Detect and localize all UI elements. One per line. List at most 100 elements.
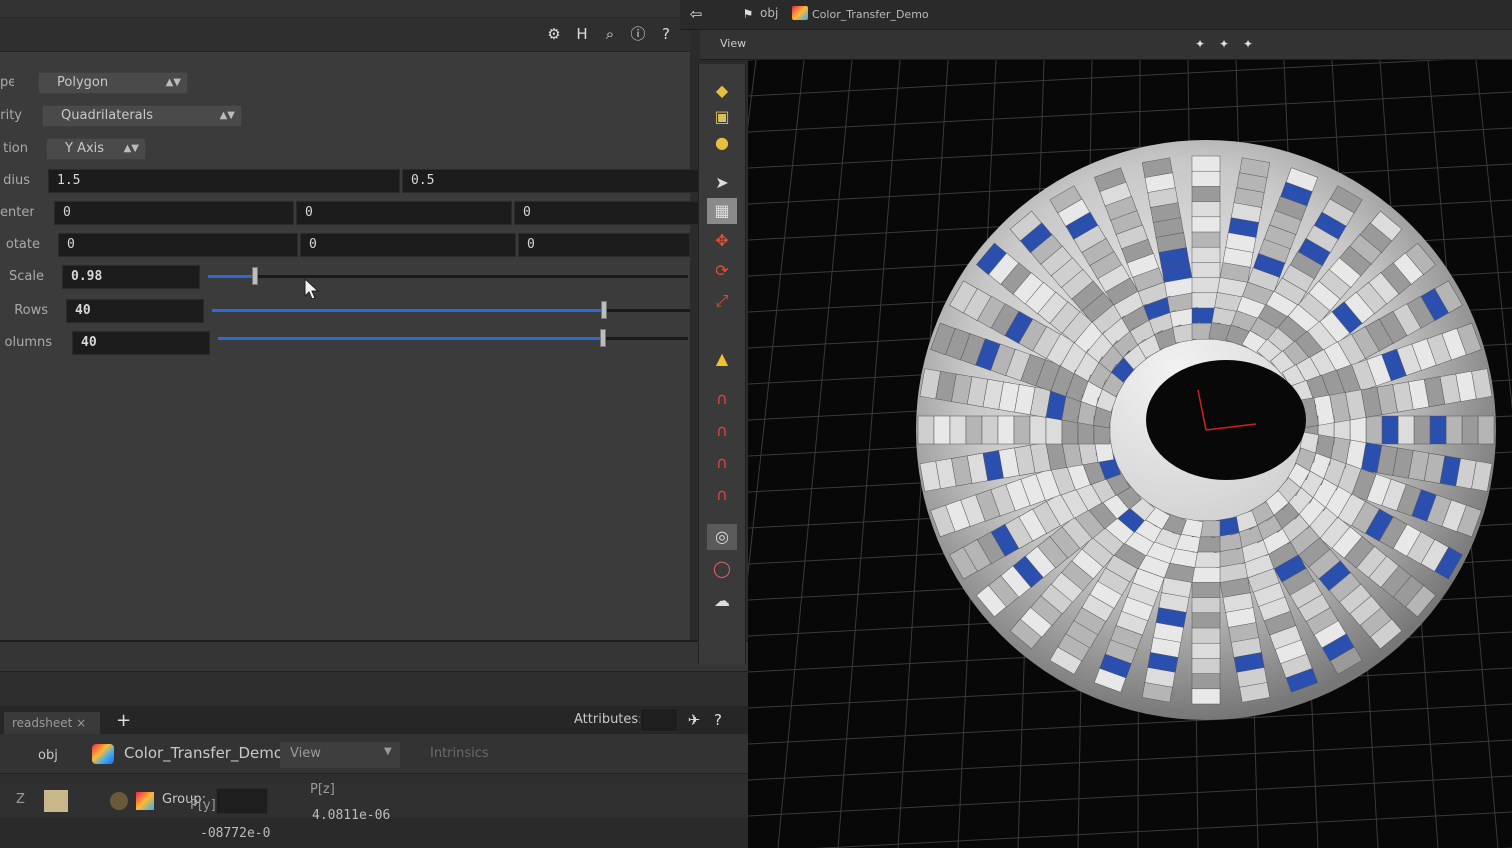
dropdown-arrow-icon: ▲▼ [165, 77, 181, 88]
center-y-field[interactable]: 0 [296, 201, 512, 225]
torus-face [1461, 415, 1479, 445]
select-arrow-icon[interactable]: ➤ [707, 170, 737, 196]
search-icon[interactable]: ⌕ [600, 24, 620, 44]
info-icon[interactable]: ⓘ [628, 24, 648, 44]
question-icon[interactable]: ? [656, 24, 676, 44]
center-x-field[interactable]: 0 [54, 201, 294, 225]
magnet-icon[interactable]: ∩ [707, 418, 737, 444]
node-color-icon [792, 6, 808, 20]
obj-label[interactable]: obj [38, 748, 58, 763]
magnet-icon[interactable]: ∩ [707, 386, 737, 412]
tab-label: readsheet [12, 716, 73, 730]
brush-icon[interactable]: ● [707, 130, 737, 156]
cell-py: -08772e-0 [200, 826, 271, 841]
gear-icon[interactable]: ⚙ [544, 24, 564, 44]
obj-label[interactable]: obj [760, 6, 778, 20]
param-label: dius [3, 173, 30, 188]
tab-spreadsheet[interactable]: readsheet × [4, 712, 100, 734]
node-path-label[interactable]: Color_Transfer_Demo [124, 744, 283, 762]
snap-icon[interactable]: ✦ [1190, 34, 1210, 54]
render-icon[interactable]: ◎ [707, 524, 737, 550]
slider-handle[interactable] [252, 267, 259, 285]
points-mode-icon[interactable] [44, 790, 68, 812]
torus-hole [1146, 360, 1306, 480]
detail-mode-icon[interactable] [136, 792, 154, 810]
slider-handle[interactable] [600, 329, 607, 347]
torus-face [1013, 415, 1031, 445]
view-button[interactable]: View ▼ [280, 742, 400, 768]
display-icon[interactable]: ☁ [707, 588, 737, 614]
param-row-rows: Rows 40 [0, 298, 720, 324]
add-tab-icon[interactable]: + [116, 710, 131, 731]
rows-field[interactable]: 40 [66, 299, 204, 323]
param-row-rotate: otate 0 0 0 [0, 232, 720, 258]
rows-slider[interactable] [212, 301, 690, 319]
torus-geometry [916, 140, 1496, 720]
spreadsheet-columns: P[y] P[z] -08772e-0 4.0811e-06 [0, 782, 820, 848]
light-icon[interactable]: ◆ [707, 78, 737, 104]
torus-face [1191, 246, 1221, 264]
viewport-tab[interactable]: View [720, 37, 746, 50]
scale-slider[interactable] [208, 267, 688, 285]
torus-face [1191, 216, 1221, 234]
slider-fill [208, 275, 256, 278]
torus-face [1191, 657, 1221, 674]
rotate-y-field[interactable]: 0 [300, 233, 516, 257]
question-icon[interactable]: ? [708, 710, 728, 730]
columns-field[interactable]: 40 [72, 331, 210, 355]
orientation-menu[interactable]: Y Axis ▲▼ [46, 138, 146, 160]
move-icon[interactable]: ✥ [707, 228, 737, 254]
radius-field-2[interactable]: 0.5 [402, 169, 702, 193]
torus-face [1045, 415, 1063, 445]
torus-face [1445, 415, 1463, 445]
torus-face [1191, 566, 1221, 583]
param-label: otate [5, 237, 40, 252]
param-label: Scale [9, 269, 44, 284]
prim-mode-icon[interactable] [110, 792, 128, 810]
rotate-icon[interactable]: ⟳ [707, 258, 737, 284]
slider-fill [212, 309, 604, 312]
viewport-tool-shelf: ◆ ▣ ● ➤ ▦ ✥ ⟳ ⤢ ▲ ∩ ∩ ∩ ∩ ◎ ◯ ☁ [698, 64, 746, 664]
help-h-icon[interactable]: H [572, 24, 592, 44]
connectivity-menu[interactable]: Quadrilaterals ▲▼ [42, 105, 242, 127]
columns-slider[interactable] [218, 329, 688, 347]
ring-icon[interactable]: ◯ [707, 556, 737, 582]
torus-face [1191, 277, 1221, 294]
center-z-field[interactable]: 0 [514, 201, 710, 225]
panel-top-bar [0, 0, 690, 18]
column-header-pz: P[z] [310, 782, 335, 797]
radius-field-1[interactable]: 1.5 [48, 169, 400, 193]
torus-face [1191, 581, 1221, 598]
torus-face [1191, 155, 1221, 173]
scale-field[interactable]: 0.98 [62, 265, 200, 289]
torus-face [1191, 186, 1221, 203]
torus-face [1191, 201, 1221, 218]
attributes-box[interactable] [640, 708, 678, 732]
viewport-path-bar: ⇦ ⚑ obj Color_Transfer_Demo [680, 0, 1512, 30]
network-icon: ⚑ [742, 7, 754, 21]
pose-icon[interactable]: ▲ [707, 346, 737, 372]
network-path-bar: ✈ ◉ [0, 642, 800, 672]
param-row-type: pe Polygon ▲▼ [0, 70, 720, 96]
snap-icon[interactable]: ✦ [1238, 34, 1258, 54]
3d-viewport[interactable] [748, 60, 1512, 848]
magnet-icon[interactable]: ∩ [707, 482, 737, 508]
viewport-tab-bar: View ✦ ✦ ✦ [700, 30, 1512, 60]
intrinsics-label[interactable]: Intrinsics [430, 746, 489, 761]
group-field[interactable] [216, 788, 268, 814]
scale-icon[interactable]: ⤢ [707, 288, 737, 314]
torus-face [1429, 415, 1447, 445]
slider-handle[interactable] [600, 301, 607, 319]
node-path-label[interactable]: Color_Transfer_Demo [812, 8, 929, 21]
type-menu[interactable]: Polygon ▲▼ [38, 72, 188, 94]
magnet-icon[interactable]: ∩ [707, 450, 737, 476]
rotate-x-field[interactable]: 0 [58, 233, 298, 257]
select-box-icon[interactable]: ▦ [707, 198, 737, 224]
rotate-z-field[interactable]: 0 [518, 233, 690, 257]
snap-icon[interactable]: ✦ [1214, 34, 1234, 54]
back-arrow-icon[interactable]: ⇦ [686, 4, 706, 24]
param-label: Rows [14, 303, 48, 318]
camera-icon[interactable]: ▣ [707, 104, 737, 130]
torus-face [1349, 415, 1367, 445]
pin-icon[interactable]: ✈ [684, 710, 704, 730]
